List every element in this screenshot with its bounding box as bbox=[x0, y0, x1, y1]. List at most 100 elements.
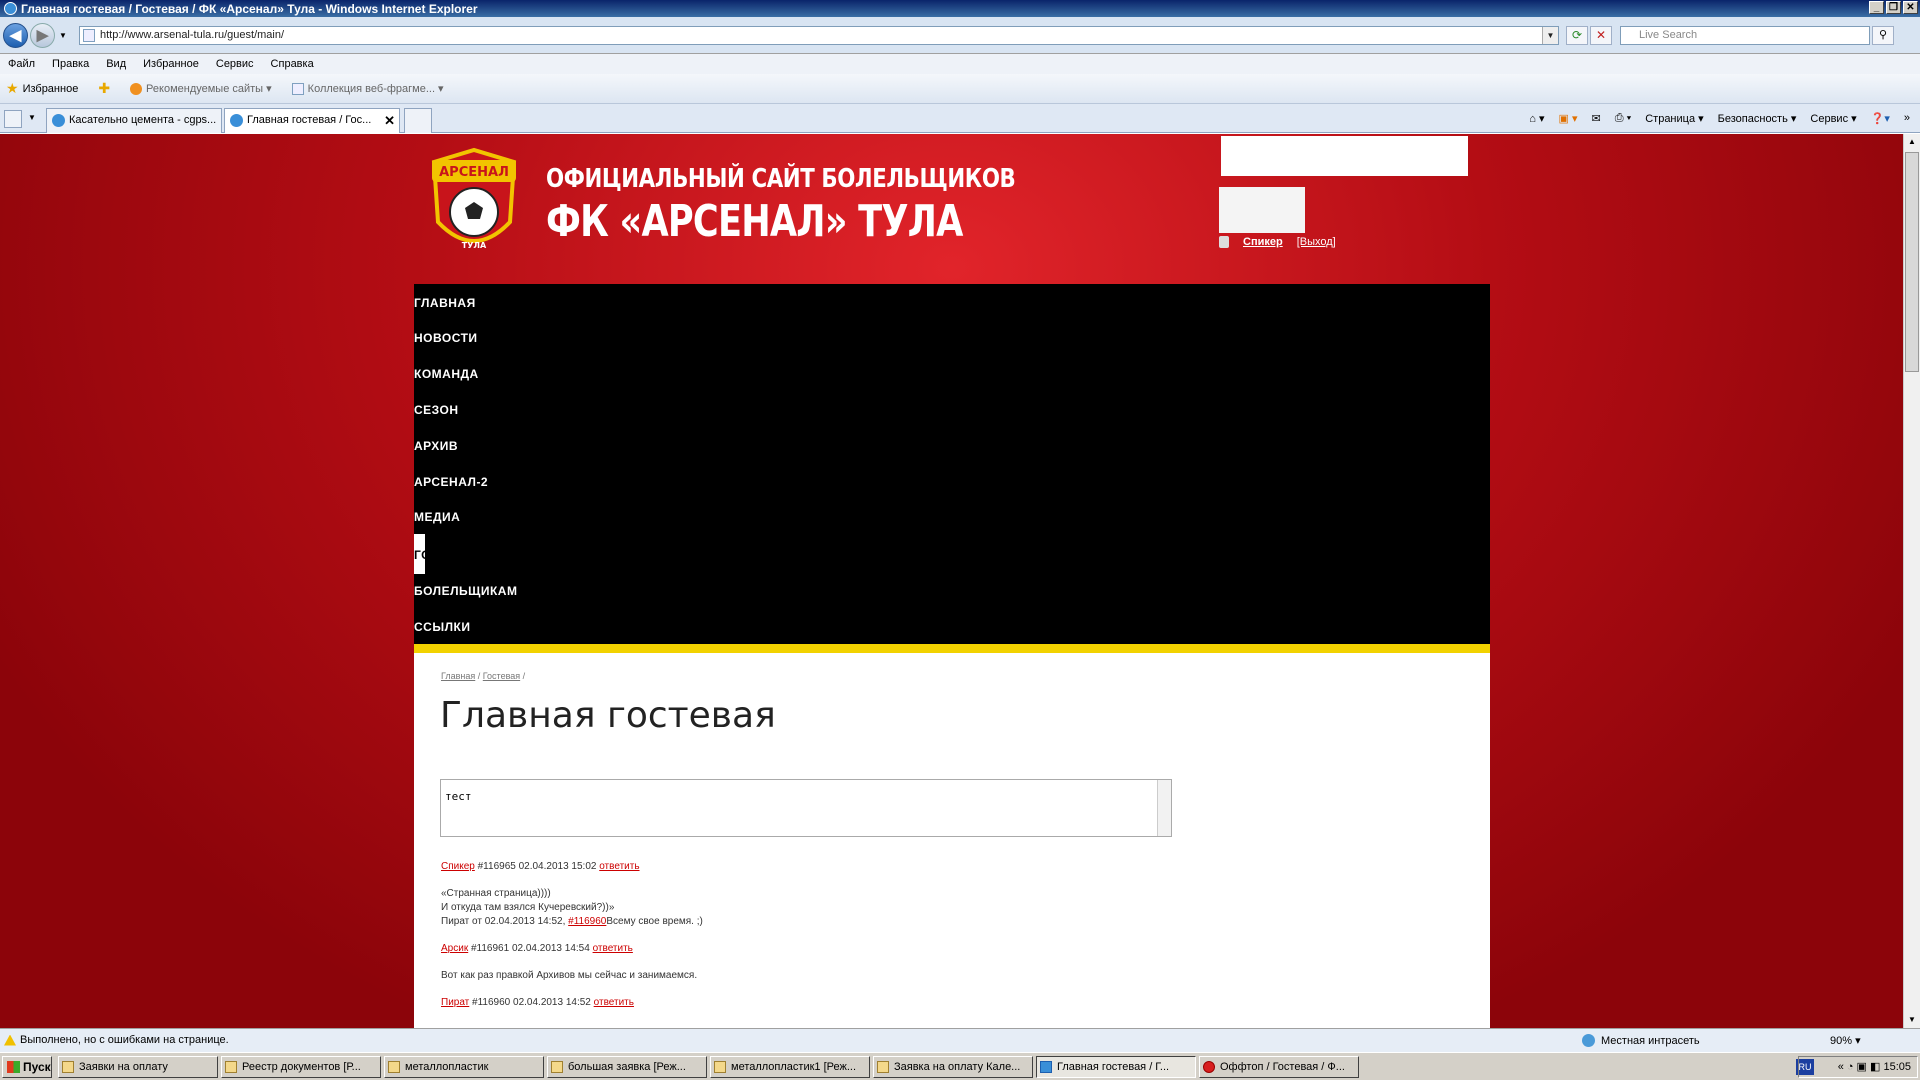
history-dropdown-icon[interactable]: ▼ bbox=[59, 31, 67, 40]
reply-link[interactable]: ответить bbox=[593, 943, 633, 954]
close-tab-icon[interactable]: ✕ bbox=[384, 109, 395, 132]
post-author[interactable]: Спикер bbox=[441, 861, 475, 872]
taskbar-item[interactable]: металлопластик1 [Реж... bbox=[710, 1056, 870, 1078]
post-meta: #116960 02.04.2013 14:52 bbox=[469, 997, 594, 1008]
start-label: Пуск bbox=[23, 1060, 51, 1074]
new-tab-button[interactable] bbox=[404, 108, 432, 133]
taskbar-item-label: Заявки на оплату bbox=[79, 1061, 168, 1073]
menu-file[interactable]: Файл bbox=[8, 54, 42, 74]
taskbar-item[interactable]: Заявки на оплату bbox=[58, 1056, 218, 1078]
quick-tabs-icon[interactable] bbox=[4, 110, 22, 128]
taskbar-item[interactable]: большая заявка [Реж... bbox=[547, 1056, 707, 1078]
menu-tools[interactable]: Сервис bbox=[216, 54, 261, 74]
recommended-icon bbox=[130, 82, 143, 95]
read-mail-icon[interactable]: ✉ bbox=[1592, 112, 1601, 125]
nav-item-news[interactable]: НОВОСТИ bbox=[414, 331, 478, 345]
nav-item-links[interactable]: ССЫЛКИ bbox=[414, 620, 470, 634]
feeds-icon[interactable]: ▣ ▾ bbox=[1559, 112, 1578, 125]
quote-link[interactable]: #116960 bbox=[568, 916, 606, 927]
nav-item-team[interactable]: КОМАНДА bbox=[414, 367, 479, 381]
taskbar-item[interactable]: металлопластик bbox=[384, 1056, 544, 1078]
taskbar-item-active[interactable]: Главная гостевая / Г... bbox=[1036, 1056, 1196, 1078]
editor-scrollbar[interactable] bbox=[1157, 780, 1171, 836]
forward-button[interactable]: ▶ bbox=[30, 23, 55, 48]
tab-label: Касательно цемента - cgps... bbox=[69, 114, 217, 126]
tools-menu[interactable]: Сервис ▾ bbox=[1810, 112, 1856, 125]
search-placeholder: Live Search bbox=[1639, 29, 1698, 41]
post-author[interactable]: Пират bbox=[441, 997, 469, 1008]
reply-link[interactable]: ответить bbox=[599, 861, 639, 872]
close-window-button[interactable]: ✕ bbox=[1903, 1, 1918, 14]
star-icon: ★ bbox=[6, 80, 19, 96]
post-meta: #116961 02.04.2013 14:54 bbox=[468, 943, 593, 954]
menu-edit[interactable]: Правка bbox=[52, 54, 96, 74]
nav-item-home[interactable]: ГЛАВНАЯ bbox=[414, 296, 476, 310]
home-icon[interactable]: ⌂ ▾ bbox=[1529, 112, 1544, 125]
webslice-gallery-button[interactable]: Коллекция веб-фрагме... ▾ bbox=[291, 82, 444, 95]
breadcrumb-guest[interactable]: Гостевая bbox=[483, 671, 520, 681]
nav-item-arsenal2[interactable]: АРСЕНАЛ-2 bbox=[414, 475, 488, 489]
tab-guestbook[interactable]: Главная гостевая / Гос... ✕ bbox=[224, 108, 400, 133]
minimize-button[interactable]: _ bbox=[1869, 1, 1884, 14]
tab-list-dropdown-icon[interactable]: ▼ bbox=[28, 113, 36, 122]
post-author[interactable]: Арсик bbox=[441, 943, 468, 954]
status-message[interactable]: Выполнено, но с ошибками на странице. bbox=[4, 1034, 229, 1046]
menu-view[interactable]: Вид bbox=[106, 54, 133, 74]
menu-help[interactable]: Справка bbox=[271, 54, 321, 74]
scroll-thumb[interactable] bbox=[1905, 152, 1919, 372]
add-favorite-button[interactable]: ✚ bbox=[98, 80, 110, 97]
nav-item-fans[interactable]: БОЛЕЛЬЩИКАМ bbox=[414, 584, 517, 598]
quote-suffix: Всему свое время. ;) bbox=[606, 916, 703, 927]
restore-button[interactable]: ❐ bbox=[1886, 1, 1901, 14]
search-icon[interactable]: ⚲ bbox=[1872, 26, 1894, 45]
login-panel bbox=[1221, 136, 1468, 176]
post-text-line: Вот как раз правкой Архивов мы сейчас и … bbox=[441, 970, 698, 981]
help-icon[interactable]: ❓▾ bbox=[1871, 112, 1890, 125]
club-logo: АРСЕНАЛ ТУЛА bbox=[431, 147, 517, 250]
logout-link[interactable]: [Выход] bbox=[1297, 236, 1336, 248]
taskbar-item[interactable]: Оффтоп / Гостевая / Ф... bbox=[1199, 1056, 1359, 1078]
start-button[interactable]: Пуск bbox=[2, 1056, 52, 1078]
app-icon bbox=[388, 1061, 400, 1073]
page-scrollbar[interactable]: ▲ ▼ bbox=[1903, 134, 1920, 1028]
search-input[interactable]: Live Search bbox=[1620, 26, 1870, 45]
nav-item-media[interactable]: МЕДИА bbox=[414, 510, 460, 524]
app-icon bbox=[225, 1061, 237, 1073]
message-editor[interactable]: тест bbox=[440, 779, 1172, 837]
breadcrumb-home[interactable]: Главная bbox=[441, 671, 475, 681]
recommended-sites-button[interactable]: Рекомендуемые сайты ▾ bbox=[130, 82, 272, 95]
reply-link[interactable]: ответить bbox=[594, 997, 634, 1008]
editor-text: тест bbox=[445, 790, 472, 803]
back-button[interactable]: ◀ bbox=[3, 23, 28, 48]
tray-icons[interactable]: « ◔ ▣ ◧ bbox=[1838, 1061, 1884, 1073]
tab-page-icon bbox=[230, 114, 243, 127]
tab-cement[interactable]: Касательно цемента - cgps... bbox=[46, 108, 222, 133]
taskbar-item[interactable]: Реестр документов [Р... bbox=[221, 1056, 381, 1078]
security-zone: Местная интрасеть bbox=[1582, 1034, 1700, 1047]
taskbar-item-label: металлопластик bbox=[405, 1061, 489, 1073]
status-bar: Выполнено, но с ошибками на странице. Ме… bbox=[0, 1028, 1920, 1052]
page-menu[interactable]: Страница ▾ bbox=[1645, 112, 1703, 125]
safety-menu[interactable]: Безопасность ▾ bbox=[1718, 112, 1797, 125]
site-title-line1: ОФИЦИАЛЬНЫЙ САЙТ БОЛЕЛЬЩИКОВ bbox=[546, 164, 1016, 194]
address-input[interactable]: http://www.arsenal-tula.ru/guest/main/ ▼ bbox=[79, 26, 1559, 45]
nav-item-season[interactable]: СЕЗОН bbox=[414, 403, 459, 417]
favorites-button[interactable]: ★ Избранное bbox=[6, 80, 78, 97]
print-icon[interactable]: ⎙ ▾ bbox=[1615, 112, 1631, 125]
address-dropdown-icon[interactable]: ▼ bbox=[1542, 27, 1558, 44]
main-nav: ГЛАВНАЯ НОВОСТИ КОМАНДА СЕЗОН АРХИВ АРСЕ… bbox=[414, 284, 1490, 644]
nav-item-guestbook[interactable]: ГОСТЕВАЯ bbox=[414, 534, 425, 574]
refresh-button[interactable]: ⟳ bbox=[1566, 26, 1588, 45]
scroll-up-icon[interactable]: ▲ bbox=[1904, 134, 1920, 150]
menu-favorites[interactable]: Избранное bbox=[143, 54, 206, 74]
taskbar-item[interactable]: Заявка на оплату Кале... bbox=[873, 1056, 1033, 1078]
chevron-right-icon[interactable]: » bbox=[1904, 112, 1910, 124]
avatar[interactable] bbox=[1219, 187, 1305, 233]
nav-item-archive[interactable]: АРХИВ bbox=[414, 439, 458, 453]
zoom-level[interactable]: 90% ▾ bbox=[1830, 1034, 1861, 1047]
username-link[interactable]: Спикер bbox=[1243, 236, 1283, 248]
scroll-down-icon[interactable]: ▼ bbox=[1904, 1012, 1920, 1028]
stop-button[interactable]: ✕ bbox=[1590, 26, 1612, 45]
address-toolbar: ◀ ▶ ▼ http://www.arsenal-tula.ru/guest/m… bbox=[0, 17, 1920, 54]
taskbar-item-label: Реестр документов [Р... bbox=[242, 1061, 361, 1073]
